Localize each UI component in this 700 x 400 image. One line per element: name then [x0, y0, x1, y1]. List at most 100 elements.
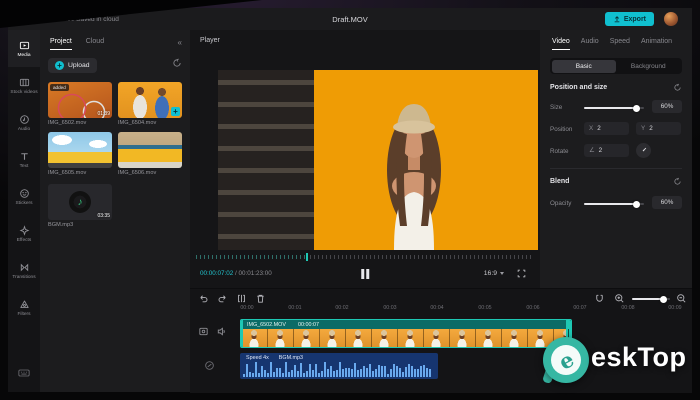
rotate-label: Rotate	[550, 148, 569, 155]
sidebar-label: Filters	[17, 312, 30, 317]
y-prefix: Y	[641, 125, 645, 132]
sidebar-label: Media	[17, 53, 30, 58]
add-to-timeline-icon[interactable]: +	[171, 107, 180, 116]
media-item-thumbnail[interactable]	[118, 132, 182, 168]
audio-icon	[19, 114, 30, 125]
media-item-name: BGM.mp3	[48, 222, 112, 228]
player-controls: 00:00:07:02 / 00:01:23:00 16:9	[190, 266, 540, 284]
media-item-name: IMG_6506.mov	[118, 170, 182, 176]
position-y-field[interactable]: Y 2	[636, 122, 681, 135]
aspect-ratio-selector[interactable]: 16:9	[484, 270, 504, 277]
player-scrubber[interactable]	[196, 254, 534, 260]
sidebar-label: Stock videos	[10, 90, 37, 95]
timeline-zoom-slider[interactable]	[632, 298, 670, 300]
section-blend: Blend	[550, 178, 569, 185]
sidebar-item-transitions[interactable]: Transitions	[8, 252, 40, 289]
tab-cloud[interactable]: Cloud	[86, 38, 104, 50]
aspect-ratio-value: 16:9	[484, 270, 497, 277]
subtab-basic[interactable]: Basic	[552, 60, 617, 73]
pesktop-watermark: e eskTop	[543, 335, 695, 387]
sidebar-item-filters[interactable]: Filters	[8, 289, 40, 326]
video-clip-header: IMG_6502.MOV 00:00:07	[241, 320, 571, 329]
tab-audio[interactable]: Audio	[581, 38, 599, 50]
split-icon[interactable]	[236, 293, 247, 304]
export-button[interactable]: Export	[605, 12, 654, 26]
position-label: Position	[550, 126, 572, 133]
transitions-icon	[19, 262, 30, 273]
zoom-in-icon[interactable]	[614, 293, 625, 304]
track-mute-icon[interactable]	[216, 326, 227, 337]
opacity-slider[interactable]	[584, 203, 644, 205]
angle-prefix: ∠	[589, 147, 595, 154]
subtab-background[interactable]: Background	[616, 60, 681, 73]
size-value[interactable]: 60%	[652, 100, 682, 113]
scrubber-remaining	[306, 255, 534, 259]
opacity-value[interactable]: 60%	[652, 196, 682, 209]
reset-blend-icon[interactable]	[673, 177, 682, 186]
size-slider[interactable]	[584, 107, 644, 109]
tab-video[interactable]: Video	[552, 38, 570, 50]
sidebar-item-audio[interactable]: Audio	[8, 104, 40, 141]
preview-frame	[218, 70, 538, 250]
scrubber-playhead[interactable]	[306, 253, 308, 261]
sidebar-item-text[interactable]: Text	[8, 141, 40, 178]
added-badge: added	[50, 84, 69, 91]
track-cover-icon[interactable]	[198, 326, 209, 337]
shortcut-keys-icon[interactable]	[18, 368, 30, 378]
video-clip-name: IMG_6502.MOV	[247, 322, 286, 328]
tab-animation[interactable]: Animation	[641, 38, 672, 50]
music-note-icon: ♪	[69, 191, 91, 213]
tab-project[interactable]: Project	[50, 38, 72, 50]
filters-icon	[19, 299, 30, 310]
undo-icon[interactable]	[198, 293, 209, 304]
project-panel: Project Cloud « + Upload added 01:39 IMG…	[40, 30, 191, 392]
sidebar-label: Text	[20, 164, 29, 169]
media-icon	[19, 40, 30, 51]
rotate-dial-button[interactable]	[636, 143, 651, 158]
project-tabs: Project Cloud	[50, 38, 104, 50]
rotate-field[interactable]: ∠ 2	[584, 144, 629, 157]
timeline-video-clip[interactable]: IMG_6502.MOV 00:00:07	[240, 319, 572, 348]
current-time: 00:00:07:02	[200, 270, 233, 277]
sidebar-item-stickers[interactable]: Stickers	[8, 178, 40, 215]
total-time: 00:01:23:00	[239, 270, 272, 277]
preview-person	[387, 104, 441, 250]
delete-icon[interactable]	[255, 293, 266, 304]
clip-left-handle[interactable]	[241, 320, 243, 347]
ruler-tick: 00:01	[277, 305, 313, 311]
upload-button[interactable]: + Upload	[48, 58, 97, 73]
video-preview[interactable]	[218, 70, 538, 250]
sidebar-label: Stickers	[15, 201, 32, 206]
size-label: Size	[550, 104, 562, 111]
tab-speed[interactable]: Speed	[610, 38, 630, 50]
audio-track-icon[interactable]	[204, 360, 215, 371]
audio-waveform	[243, 362, 435, 377]
media-item-thumbnail[interactable]: ♪ 03:35	[48, 184, 112, 220]
sidebar-item-stock-videos[interactable]: Stock videos	[8, 67, 40, 104]
video-clip-duration: 00:00:07	[298, 322, 319, 328]
sidebar-item-effects[interactable]: Effects	[8, 215, 40, 252]
zoom-out-icon[interactable]	[676, 293, 687, 304]
collapse-panel-icon[interactable]: «	[178, 38, 182, 47]
user-avatar[interactable]	[664, 12, 678, 26]
opacity-label: Opacity	[550, 200, 571, 207]
effects-icon	[19, 225, 30, 236]
timeline-audio-clip[interactable]: Speed 4x BGM.mp3	[240, 353, 438, 379]
pesktop-logo-icon: e	[543, 337, 589, 383]
media-item-thumbnail[interactable]: +	[118, 82, 182, 118]
fullscreen-icon[interactable]	[517, 269, 526, 278]
pause-button[interactable]	[361, 269, 369, 279]
reset-position-icon[interactable]	[673, 83, 682, 92]
media-item-name: IMG_6504.mov	[118, 120, 182, 126]
refresh-icon[interactable]	[172, 58, 182, 68]
section-divider	[550, 168, 682, 169]
redo-icon[interactable]	[217, 293, 228, 304]
media-duration: 03:35	[97, 213, 110, 219]
sidebar-item-media[interactable]: Media	[8, 30, 40, 67]
ruler-tick: 00:06	[515, 305, 551, 311]
media-item-thumbnail[interactable]: added 01:39	[48, 82, 112, 118]
snapping-icon[interactable]	[594, 293, 605, 304]
position-x-field[interactable]: X 2	[584, 122, 629, 135]
ruler-tick: 00:02	[324, 305, 360, 311]
media-item-thumbnail[interactable]	[48, 132, 112, 168]
